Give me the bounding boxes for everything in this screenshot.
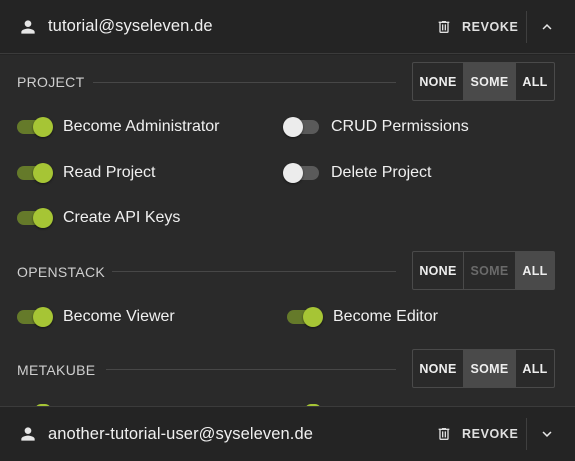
option-some[interactable]: SOME (464, 350, 516, 387)
divider (526, 418, 527, 450)
option-some: SOME (464, 252, 516, 289)
toggle-switch[interactable] (15, 115, 53, 139)
option-some[interactable]: SOME (464, 63, 516, 100)
divider (106, 369, 396, 370)
perm-label: CRUD Permissions (331, 118, 469, 135)
segment-metakube: NONE SOME ALL (412, 349, 555, 388)
perm-delete-project[interactable]: Delete Project (283, 161, 432, 185)
trash-icon (438, 20, 450, 33)
toggle-switch[interactable] (285, 305, 323, 329)
toggle-switch[interactable] (15, 305, 53, 329)
divider (112, 271, 396, 272)
perm-become-viewer[interactable]: Become Viewer (15, 305, 175, 329)
perm-create-api-keys[interactable]: Create API Keys (15, 206, 180, 230)
person-icon (21, 427, 35, 441)
person-icon (21, 19, 35, 34)
option-none[interactable]: NONE (413, 252, 464, 289)
option-all[interactable]: ALL (516, 63, 554, 100)
option-none[interactable]: NONE (413, 350, 464, 387)
perm-label: Become Viewer (63, 308, 175, 325)
divider (526, 10, 527, 43)
revoke-button[interactable]: REVOKE (436, 419, 518, 449)
option-all[interactable]: ALL (516, 252, 554, 289)
toggle-switch[interactable] (283, 115, 321, 139)
option-none[interactable]: NONE (413, 63, 464, 100)
trash-icon (438, 428, 450, 440)
user-row-another-tutorial-user: another-tutorial-user@syseleven.de REVOK… (0, 406, 575, 461)
chevron-up-icon[interactable] (538, 18, 556, 36)
section-title-project: PROJECT (17, 74, 85, 90)
revoke-label: REVOKE (462, 427, 519, 441)
revoke-button[interactable]: REVOKE (436, 12, 518, 42)
user-row-tutorial: tutorial@syseleven.de REVOKE (0, 0, 575, 54)
perm-read-project[interactable]: Read Project (15, 161, 156, 185)
perm-crud-permissions[interactable]: CRUD Permissions (283, 115, 469, 139)
segment-openstack: NONE SOME ALL (412, 251, 555, 290)
section-title-metakube: METAKUBE (17, 362, 96, 378)
perm-label: Create API Keys (63, 209, 181, 226)
perm-become-administrator[interactable]: Become Administrator (15, 115, 220, 139)
perm-become-editor[interactable]: Become Editor (285, 305, 438, 329)
user-email: another-tutorial-user@syseleven.de (48, 424, 314, 443)
toggle-switch[interactable] (15, 206, 53, 230)
toggle-switch[interactable] (15, 161, 53, 185)
section-title-openstack: OPENSTACK (17, 264, 106, 280)
revoke-label: REVOKE (462, 19, 519, 34)
segment-project: NONE SOME ALL (412, 62, 555, 101)
chevron-down-icon[interactable] (538, 425, 556, 443)
perm-label: Read Project (63, 164, 156, 181)
toggle-switch[interactable] (283, 161, 321, 185)
permissions-panel: PROJECT NONE SOME ALL Become Administrat… (0, 55, 575, 406)
option-all[interactable]: ALL (516, 350, 554, 387)
divider (93, 82, 396, 83)
perm-label: Delete Project (331, 164, 432, 181)
user-email: tutorial@syseleven.de (48, 17, 213, 35)
perm-label: Become Administrator (63, 118, 220, 135)
perm-label: Become Editor (333, 308, 438, 325)
